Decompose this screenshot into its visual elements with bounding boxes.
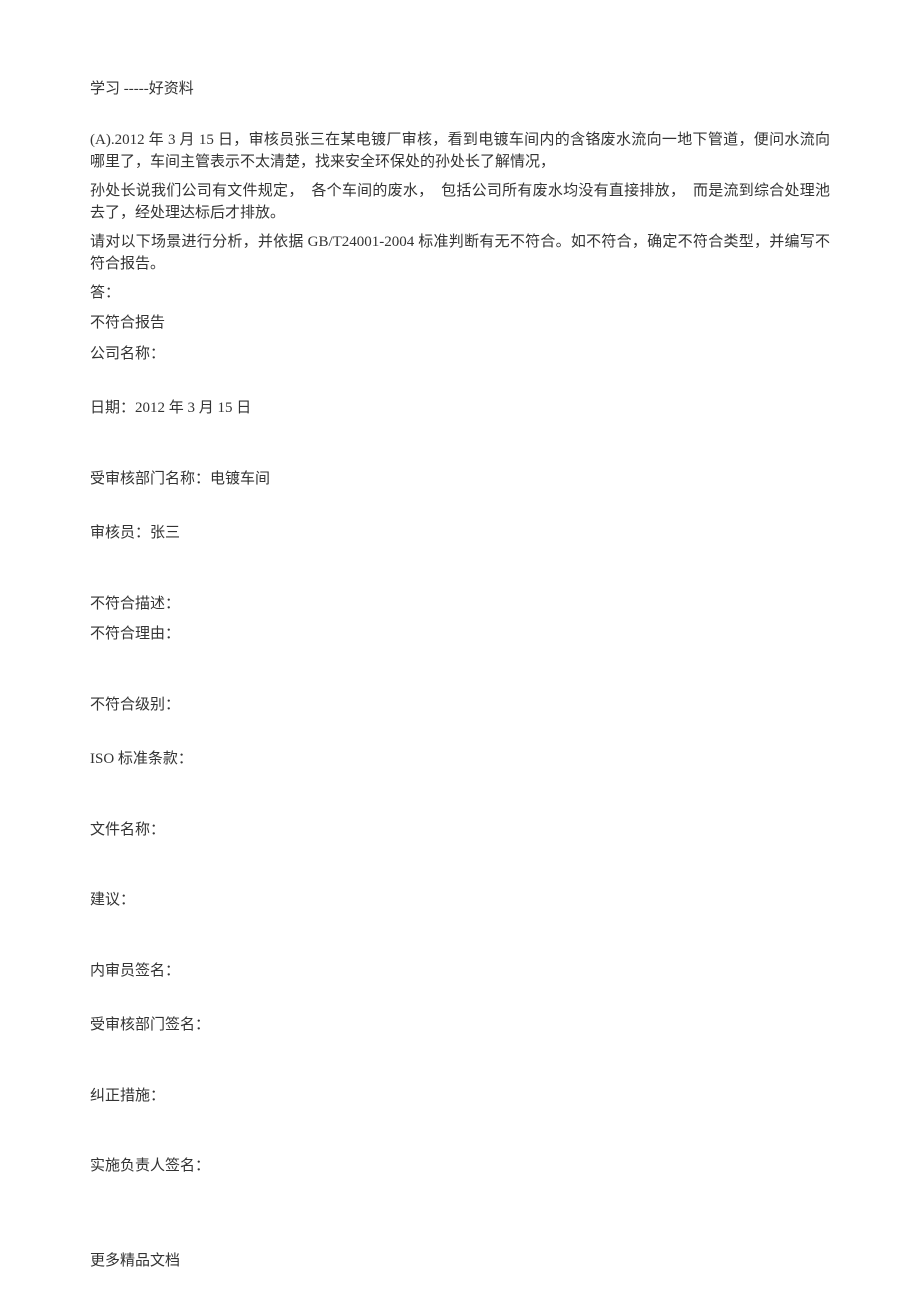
- iso-clause-text: ISO 标准条款：: [90, 751, 193, 767]
- paragraph-1: (A).2012 年 3 月 15 日，审核员张三在某电镀厂审核，看到电镀车间内…: [90, 129, 830, 174]
- company-name-label: 公司名称：: [90, 343, 830, 366]
- paragraph-1-text: (A).2012 年 3 月 15 日，审核员张三在某电镀厂审核，看到电镀车间内…: [90, 132, 830, 171]
- file-name-text: 文件名称：: [90, 822, 165, 838]
- answer-label: 答：: [90, 282, 830, 305]
- date-label: 日期：2012 年 3 月 15 日: [90, 397, 830, 420]
- nonconformity-reason-label: 不符合理由：: [90, 623, 830, 646]
- footer-text: 更多精品文档: [90, 1253, 180, 1269]
- audited-dept-text: 受审核部门名称：电镀车间: [90, 471, 270, 487]
- auditor-label: 审核员：张三: [90, 522, 830, 545]
- paragraph-3: 请对以下场景进行分析，并依据 GB/T24001-2004 标准判断有无不符合。…: [90, 231, 830, 276]
- internal-auditor-sig-label: 内审员签名：: [90, 960, 830, 983]
- internal-auditor-sig-text: 内审员签名：: [90, 963, 180, 979]
- suggestion-label: 建议：: [90, 889, 830, 912]
- nonconformity-report-text: 不符合报告: [90, 315, 165, 331]
- suggestion-text: 建议：: [90, 892, 135, 908]
- file-name-label: 文件名称：: [90, 819, 830, 842]
- nonconformity-level-text: 不符合级别：: [90, 697, 180, 713]
- nonconformity-level-label: 不符合级别：: [90, 694, 830, 717]
- company-name-text: 公司名称：: [90, 346, 165, 362]
- answer-text: 答：: [90, 285, 120, 301]
- page-header: 学习 -----好资料: [90, 78, 830, 101]
- audited-dept-label: 受审核部门名称：电镀车间: [90, 468, 830, 491]
- paragraph-3-text: 请对以下场景进行分析，并依据 GB/T24001-2004 标准判断有无不符合。…: [90, 234, 830, 273]
- date-text: 日期：2012 年 3 月 15 日: [90, 400, 251, 416]
- nonconformity-desc-text: 不符合描述：: [90, 596, 180, 612]
- audited-dept-sig-label: 受审核部门签名：: [90, 1014, 830, 1037]
- header-text: 学习 -----好资料: [90, 81, 194, 97]
- corrective-action-label: 纠正措施：: [90, 1085, 830, 1108]
- nonconformity-report-label: 不符合报告: [90, 312, 830, 335]
- audited-dept-sig-text: 受审核部门签名：: [90, 1017, 210, 1033]
- paragraph-2: 孙处长说我们公司有文件规定， 各个车间的废水， 包括公司所有废水均没有直接排放，…: [90, 180, 830, 225]
- page-footer: 更多精品文档: [90, 1250, 180, 1273]
- responsible-sig-text: 实施负责人签名：: [90, 1158, 210, 1174]
- nonconformity-desc-label: 不符合描述：: [90, 593, 830, 616]
- nonconformity-reason-text: 不符合理由：: [90, 626, 180, 642]
- auditor-text: 审核员：张三: [90, 525, 180, 541]
- responsible-sig-label: 实施负责人签名：: [90, 1155, 830, 1178]
- iso-clause-label: ISO 标准条款：: [90, 748, 830, 771]
- corrective-action-text: 纠正措施：: [90, 1088, 165, 1104]
- paragraph-2-text: 孙处长说我们公司有文件规定， 各个车间的废水， 包括公司所有废水均没有直接排放，…: [90, 183, 830, 222]
